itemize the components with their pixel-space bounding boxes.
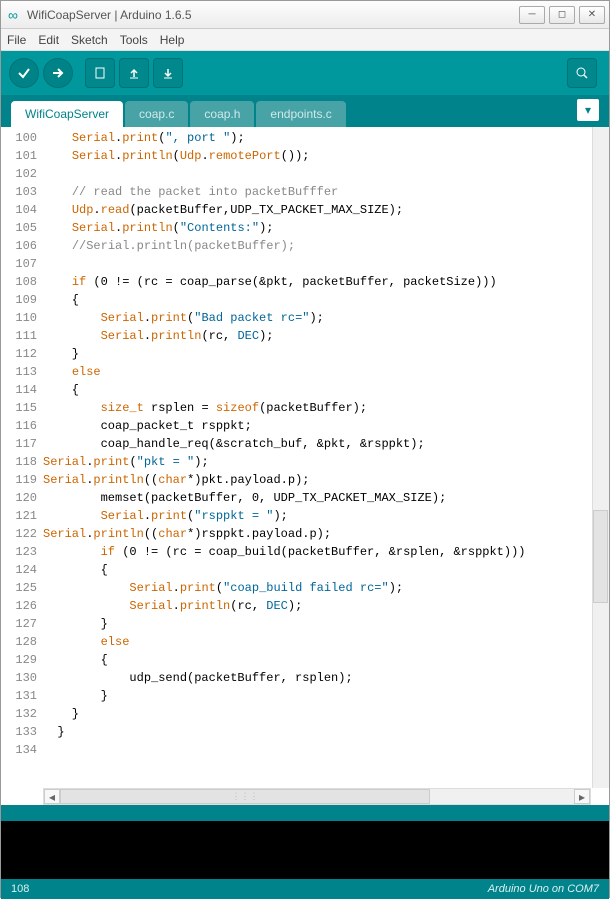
tab-bar: WifiCoapServer coap.c coap.h endpoints.c… (1, 95, 609, 127)
upload-button[interactable] (43, 58, 73, 88)
new-button[interactable] (85, 58, 115, 88)
serial-monitor-button[interactable] (567, 58, 597, 88)
line-gutter: 100 101 102 103 104 105 106 107 108 109 … (1, 127, 43, 805)
menu-file[interactable]: File (7, 33, 26, 47)
minimize-button[interactable]: ─ (519, 6, 545, 24)
status-line-number: 108 (11, 883, 29, 895)
horizontal-scrollbar[interactable]: ◂ ⋮⋮⋮ ▸ (43, 788, 591, 805)
menu-sketch[interactable]: Sketch (71, 33, 108, 47)
app-icon: ∞ (5, 7, 21, 23)
window-title: WifiCoapServer | Arduino 1.6.5 (27, 8, 515, 22)
toolbar (1, 51, 609, 95)
code-editor[interactable]: 100 101 102 103 104 105 106 107 108 109 … (1, 127, 609, 805)
tab-endpoints-c[interactable]: endpoints.c (256, 101, 345, 127)
maximize-button[interactable]: ◻ (549, 6, 575, 24)
menu-edit[interactable]: Edit (38, 33, 59, 47)
vertical-scroll-thumb[interactable] (593, 510, 608, 603)
menu-help[interactable]: Help (160, 33, 185, 47)
scroll-right-icon[interactable]: ▸ (574, 789, 590, 804)
verify-button[interactable] (9, 58, 39, 88)
status-bar: 108 Arduino Uno on COM7 (1, 879, 609, 899)
tab-coap-c[interactable]: coap.c (125, 101, 188, 127)
console-output[interactable] (1, 821, 609, 879)
save-button[interactable] (153, 58, 183, 88)
scroll-left-icon[interactable]: ◂ (44, 789, 60, 804)
tab-wificoapserver[interactable]: WifiCoapServer (11, 101, 123, 127)
menu-bar: File Edit Sketch Tools Help (1, 29, 609, 51)
tab-menu-dropdown[interactable]: ▾ (577, 99, 599, 121)
horizontal-scroll-thumb[interactable]: ⋮⋮⋮ (60, 789, 430, 804)
close-button[interactable]: ✕ (579, 6, 605, 24)
status-board-port: Arduino Uno on COM7 (488, 883, 599, 895)
menu-tools[interactable]: Tools (120, 33, 148, 47)
title-bar: ∞ WifiCoapServer | Arduino 1.6.5 ─ ◻ ✕ (1, 1, 609, 29)
tab-coap-h[interactable]: coap.h (190, 101, 254, 127)
vertical-scrollbar[interactable] (592, 127, 609, 788)
code-area[interactable]: Serial.print(", port "); Serial.println(… (43, 127, 609, 805)
open-button[interactable] (119, 58, 149, 88)
console-divider (1, 805, 609, 821)
